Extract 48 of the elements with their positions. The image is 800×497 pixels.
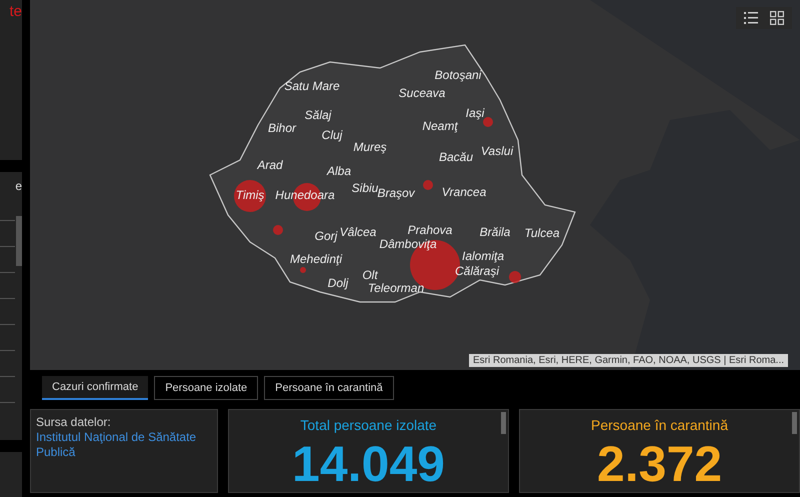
county-label: Mureş	[353, 141, 387, 153]
county-label: Ialomiţa	[462, 250, 504, 262]
panel-title: te	[9, 4, 22, 19]
county-label: Teleorman	[368, 282, 424, 294]
side-panel	[0, 452, 22, 497]
county-label: Timiş	[236, 189, 264, 201]
county-label: Satu Mare	[284, 80, 340, 92]
case-bubble[interactable]	[509, 271, 521, 283]
county-label: Bacău	[438, 151, 474, 163]
source-link[interactable]: Institutul Naţional de Sănătate Publică	[36, 430, 212, 460]
county-label: Braşov	[377, 187, 415, 199]
county-label: Vaslui	[480, 145, 514, 157]
county-label: Suceava	[398, 87, 446, 99]
county-label: Arad	[257, 159, 283, 171]
case-bubble[interactable]	[234, 180, 266, 212]
stat-title: Total persoane izolate	[300, 416, 437, 435]
county-label: Neamţ	[422, 120, 458, 132]
county-label: Gorj	[314, 230, 338, 242]
county-label: Brăila	[480, 226, 510, 238]
tab[interactable]: Persoane izolate	[154, 376, 258, 400]
scrollbar-thumb[interactable]	[792, 412, 797, 434]
county-label: Prahova	[408, 224, 452, 236]
county-label: Cluj	[322, 129, 342, 141]
county-label: Alba	[326, 165, 352, 177]
county-label: Sibiu	[352, 182, 378, 194]
stat-title: Persoane în carantină	[591, 416, 728, 435]
county-label: Vrancea	[442, 186, 486, 198]
scrollbar-thumb[interactable]	[501, 412, 506, 434]
county-label: Sălaj	[304, 109, 332, 121]
county-label: Olt	[362, 269, 378, 281]
stat-value: 2.372	[596, 436, 722, 492]
tab[interactable]: Persoane în carantină	[264, 376, 394, 400]
source-label: Sursa datelor:	[36, 415, 112, 430]
county-label: Mehedinţi	[290, 253, 342, 265]
county-label: Vâlcea	[340, 226, 376, 238]
county-label: Iaşi	[466, 107, 484, 119]
map[interactable]	[30, 0, 800, 370]
scrollbar-thumb[interactable]	[16, 216, 22, 266]
tab[interactable]: Cazuri confirmate	[42, 376, 148, 400]
stat-value: 14.049	[292, 436, 445, 492]
county-label: Bihor	[268, 122, 296, 134]
panel-title: e	[15, 180, 22, 192]
map-attribution: Esri Romania, Esri, HERE, Garmin, FAO, NOAA, USGS | Esri Roma...	[469, 354, 788, 368]
grid-icon[interactable]	[770, 11, 784, 25]
county-label: Botoşani	[434, 69, 482, 81]
county-label: Tulcea	[524, 227, 560, 239]
county-label: Dolj	[328, 277, 348, 289]
legend-list-icon[interactable]	[744, 11, 758, 25]
